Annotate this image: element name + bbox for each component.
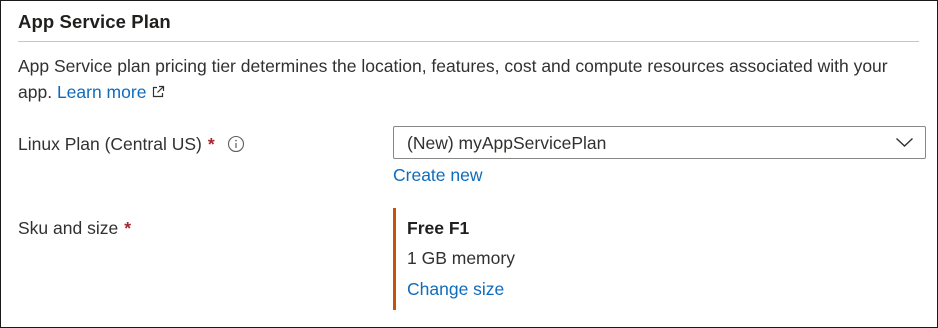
sku-summary: Free F1 1 GB memory Change size: [393, 208, 696, 310]
sku-memory: 1 GB memory: [407, 248, 515, 268]
sku-field-label: Sku and size *: [18, 218, 131, 239]
plan-field-label: Linux Plan (Central US) *: [18, 134, 245, 155]
section-title: App Service Plan: [18, 11, 171, 32]
required-indicator: *: [124, 218, 132, 238]
learn-more-link[interactable]: Learn more: [57, 82, 166, 102]
info-icon[interactable]: [227, 135, 245, 153]
chevron-down-icon: [896, 137, 913, 147]
learn-more-label: Learn more: [56, 82, 147, 102]
change-size-link[interactable]: Change size: [407, 279, 504, 300]
sku-name: Free F1: [407, 218, 470, 238]
external-link-icon: [153, 85, 165, 98]
section-divider: [18, 41, 919, 42]
create-new-link[interactable]: Create new: [393, 165, 483, 186]
app-service-plan-dropdown[interactable]: (New) myAppServicePlan: [393, 126, 926, 159]
app-service-plan-section: App Service Plan App Service plan pricin…: [0, 0, 938, 328]
required-indicator: *: [207, 134, 215, 154]
dropdown-selected-value: (New) myAppServicePlan: [407, 133, 607, 153]
section-description: App Service plan pricing tier determines…: [18, 53, 918, 105]
plan-label-text: Linux Plan (Central US): [18, 134, 202, 154]
sku-label-text: Sku and size: [18, 218, 119, 238]
